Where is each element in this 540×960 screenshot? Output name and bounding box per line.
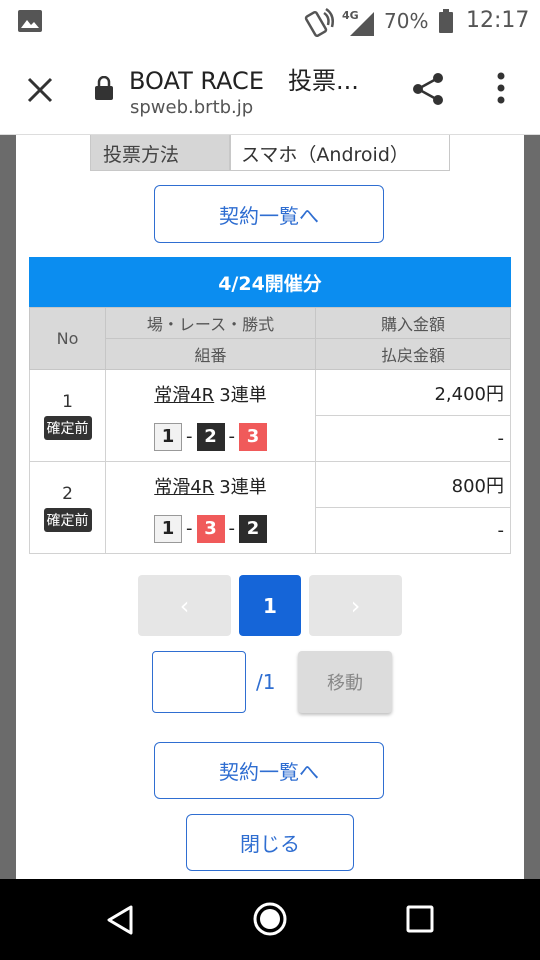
vote-method-value: スマホ（Android） bbox=[230, 135, 450, 171]
close-icon[interactable] bbox=[26, 76, 54, 104]
pagination: ‹ 1 › bbox=[138, 575, 402, 636]
back-icon[interactable] bbox=[106, 905, 134, 935]
browser-toolbar: BOAT RACE 投票... spweb.brtb.jp bbox=[0, 44, 540, 135]
row-number: 1 bbox=[62, 391, 73, 412]
purchase-amount: 2,400円 bbox=[315, 369, 511, 416]
race-link[interactable]: 常滑4R bbox=[154, 385, 214, 406]
vote-method-row: 投票方法 スマホ（Android） bbox=[90, 135, 450, 171]
bet-type: 3連単 bbox=[219, 384, 267, 406]
boat-number: 1 bbox=[154, 514, 182, 543]
bet-type: 3連単 bbox=[219, 476, 267, 498]
boat-number: 3 bbox=[196, 514, 225, 543]
payout-amount: - bbox=[315, 507, 511, 554]
contract-list-button-bottom[interactable]: 契約一覧へ bbox=[154, 742, 384, 799]
close-button[interactable]: 閉じる bbox=[186, 814, 354, 871]
signal-icon: 4G bbox=[342, 9, 374, 36]
move-button[interactable]: 移動 bbox=[298, 651, 392, 713]
row-no-cell: 2 確定前 bbox=[29, 461, 106, 554]
bet-results-table: No 場・レース・勝式 購入金額 組番 払戻金額 1 確定前 常滑4R 3連単 … bbox=[29, 307, 511, 554]
system-nav-bar bbox=[0, 879, 540, 960]
combination: 1 - 3 - 2 bbox=[106, 514, 315, 543]
wifi-call-icon bbox=[304, 7, 334, 38]
total-pages: /1 bbox=[256, 670, 276, 694]
header-venue-race-type: 場・レース・勝式 bbox=[105, 307, 316, 339]
header-combination: 組番 bbox=[105, 338, 316, 370]
status-badge: 確定前 bbox=[43, 415, 92, 440]
more-options-icon[interactable] bbox=[490, 70, 512, 106]
page-number-input[interactable] bbox=[152, 651, 246, 713]
page-jump: /1 移動 bbox=[152, 651, 392, 713]
row-number: 2 bbox=[62, 483, 73, 504]
header-no: No bbox=[29, 307, 106, 370]
lock-icon bbox=[95, 76, 113, 100]
gallery-icon bbox=[18, 10, 42, 32]
page-url[interactable]: spweb.brtb.jp bbox=[130, 97, 253, 118]
boat-number: 2 bbox=[196, 422, 225, 451]
header-payout-amount: 払戻金額 bbox=[315, 338, 511, 370]
purchase-amount: 800円 bbox=[315, 461, 511, 508]
combination: 1 - 2 - 3 bbox=[106, 422, 315, 451]
current-page-button[interactable]: 1 bbox=[239, 575, 301, 636]
next-page-button[interactable]: › bbox=[309, 575, 402, 636]
network-type: 4G bbox=[342, 9, 359, 22]
race-link[interactable]: 常滑4R bbox=[154, 477, 214, 498]
race-cell: 常滑4R 3連単 1 - 3 - 2 bbox=[105, 461, 316, 554]
status-badge: 確定前 bbox=[43, 507, 92, 532]
header-purchase-amount: 購入金額 bbox=[315, 307, 511, 339]
table-row: 1 確定前 常滑4R 3連単 1 - 2 - 3 2,400円 bbox=[29, 369, 511, 462]
boat-number: 3 bbox=[239, 422, 267, 451]
section-title: 4/24開催分 bbox=[29, 257, 511, 307]
table-row: 2 確定前 常滑4R 3連単 1 - 3 - 2 800円 bbox=[29, 461, 511, 554]
payout-amount: - bbox=[315, 415, 511, 462]
home-icon[interactable] bbox=[252, 901, 288, 937]
clock: 12:17 bbox=[466, 8, 530, 33]
recent-apps-icon[interactable] bbox=[406, 905, 434, 933]
prev-page-button[interactable]: ‹ bbox=[138, 575, 231, 636]
race-cell: 常滑4R 3連単 1 - 2 - 3 bbox=[105, 369, 316, 462]
row-no-cell: 1 確定前 bbox=[29, 369, 106, 462]
boat-number: 2 bbox=[239, 514, 267, 543]
battery-icon bbox=[439, 9, 453, 33]
vote-method-label: 投票方法 bbox=[90, 135, 230, 171]
status-bar: 4G 70% 12:17 bbox=[0, 0, 540, 44]
contract-list-button-top[interactable]: 契約一覧へ bbox=[154, 185, 384, 243]
share-icon[interactable] bbox=[410, 71, 446, 107]
boat-number: 1 bbox=[154, 422, 182, 451]
battery-percent: 70% bbox=[384, 9, 429, 33]
page-content: 投票方法 スマホ（Android） 契約一覧へ 4/24開催分 No 場・レース… bbox=[16, 135, 524, 879]
page-title: BOAT RACE 投票... bbox=[129, 67, 359, 95]
